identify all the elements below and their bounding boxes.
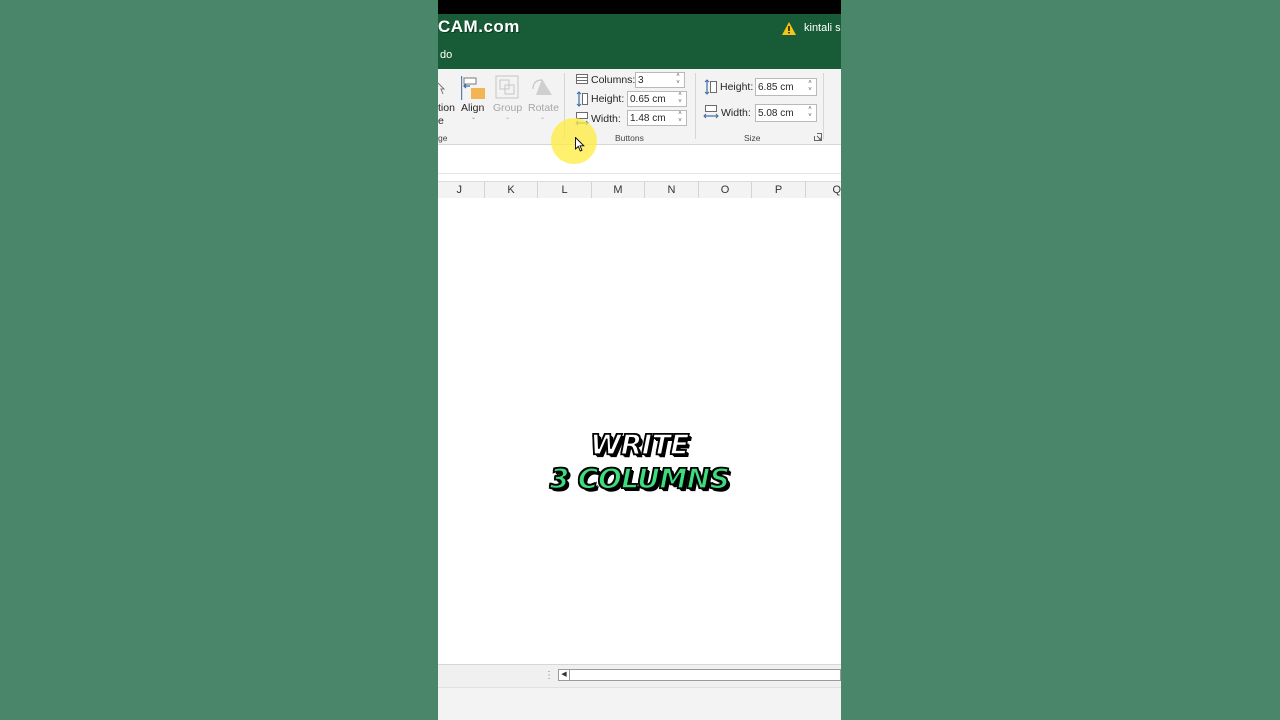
rotate-dropdown-icon: ⌄ bbox=[540, 115, 546, 121]
columns-spinner[interactable]: 3 ˄ ˅ bbox=[635, 72, 685, 88]
column-header-q[interactable]: Q bbox=[806, 182, 841, 198]
button-height-label: Height: bbox=[591, 93, 625, 105]
columns-label: Columns: bbox=[591, 74, 636, 86]
columns-icon bbox=[576, 74, 588, 84]
shape-width-value[interactable]: 5.08 cm bbox=[758, 108, 794, 119]
mouse-cursor-icon bbox=[575, 137, 585, 152]
button-height-spin-arrows[interactable]: ˄ ˅ bbox=[676, 92, 684, 106]
shape-height-spinner[interactable]: 6.85 cm ˄ ˅ bbox=[755, 78, 817, 96]
columns-value[interactable]: 3 bbox=[638, 75, 644, 86]
shape-height-value[interactable]: 6.85 cm bbox=[758, 82, 794, 93]
group-icon bbox=[495, 75, 519, 99]
column-header-l[interactable]: L bbox=[538, 182, 592, 198]
size-group-label: Size bbox=[744, 133, 761, 143]
selection-pane-label-1[interactable]: tion bbox=[438, 102, 455, 114]
shape-height-label: Height: bbox=[720, 81, 754, 93]
size-height-icon bbox=[704, 79, 717, 95]
button-width-label: Width: bbox=[591, 113, 621, 125]
arrange-group-label: ge bbox=[438, 133, 448, 143]
selection-pane-icon bbox=[438, 82, 446, 95]
column-header-k[interactable]: K bbox=[485, 182, 538, 198]
title-bar: CAM.com kintali sr do bbox=[438, 14, 841, 69]
button-width-spinner[interactable]: 1.48 cm ˄ ˅ bbox=[627, 110, 687, 126]
columns-spin-arrows[interactable]: ˄ ˅ bbox=[674, 73, 682, 87]
video-caption: WRITE 3 COLUMNS bbox=[438, 427, 841, 496]
watermark-logo: CAM.com bbox=[438, 17, 520, 36]
column-header-j[interactable]: J bbox=[438, 182, 485, 198]
tell-me-search[interactable]: do bbox=[440, 49, 452, 61]
caption-line-1: WRITE bbox=[589, 427, 690, 462]
top-black-strip bbox=[438, 0, 841, 14]
column-header-n[interactable]: N bbox=[645, 182, 699, 198]
tab-split-handle[interactable]: ⋮ bbox=[544, 670, 554, 681]
user-name[interactable]: kintali sr bbox=[804, 22, 841, 34]
shape-width-spinner[interactable]: 5.08 cm ˄ ˅ bbox=[755, 104, 817, 122]
group-dropdown-icon: ⌄ bbox=[505, 115, 511, 121]
shape-height-spin-arrows[interactable]: ˄ ˅ bbox=[806, 80, 814, 94]
cursor-highlight bbox=[551, 118, 597, 164]
buttons-group-label: Buttons bbox=[615, 133, 644, 143]
button-height-value[interactable]: 0.65 cm bbox=[630, 94, 666, 105]
column-header-m[interactable]: M bbox=[592, 182, 645, 198]
align-button[interactable]: Align bbox=[461, 102, 484, 114]
button-width-value[interactable]: 1.48 cm bbox=[630, 113, 666, 124]
align-icon[interactable] bbox=[460, 75, 486, 101]
screen-recording-frame: CAM.com kintali sr do tion e Align ⌄ Gro… bbox=[438, 0, 841, 720]
shape-width-label: Width: bbox=[721, 107, 751, 119]
formula-bar[interactable] bbox=[438, 145, 841, 174]
group-separator bbox=[695, 73, 696, 139]
column-header-row: J K L M N O P Q bbox=[438, 181, 841, 199]
dialog-launcher-icon[interactable] bbox=[814, 133, 822, 141]
rotate-button[interactable]: Rotate bbox=[528, 102, 559, 114]
shape-width-spin-arrows[interactable]: ˄ ˅ bbox=[806, 106, 814, 120]
size-width-icon bbox=[703, 105, 719, 119]
align-dropdown-icon[interactable]: ⌄ bbox=[471, 114, 476, 121]
scroll-left-icon[interactable]: ◀ bbox=[558, 669, 570, 681]
selection-pane-label-2[interactable]: e bbox=[438, 115, 444, 127]
column-header-p[interactable]: P bbox=[752, 182, 806, 198]
column-header-o[interactable]: O bbox=[699, 182, 752, 198]
status-bar bbox=[438, 687, 841, 720]
button-height-spinner[interactable]: 0.65 cm ˄ ˅ bbox=[627, 91, 687, 107]
warning-icon[interactable] bbox=[782, 22, 796, 35]
horizontal-scrollbar[interactable] bbox=[570, 669, 841, 681]
caption-line-2: 3 COLUMNS bbox=[549, 461, 731, 496]
rotate-icon bbox=[532, 79, 552, 95]
group-separator bbox=[823, 73, 824, 139]
ribbon: tion e Align ⌄ Group ⌄ Rotate ⌄ ge Colum… bbox=[438, 69, 841, 145]
height-icon bbox=[576, 91, 588, 107]
sheet-tabs-bar: ⋮ ◀ bbox=[438, 664, 841, 687]
button-width-spin-arrows[interactable]: ˄ ˅ bbox=[676, 111, 684, 125]
group-button[interactable]: Group bbox=[493, 102, 522, 114]
